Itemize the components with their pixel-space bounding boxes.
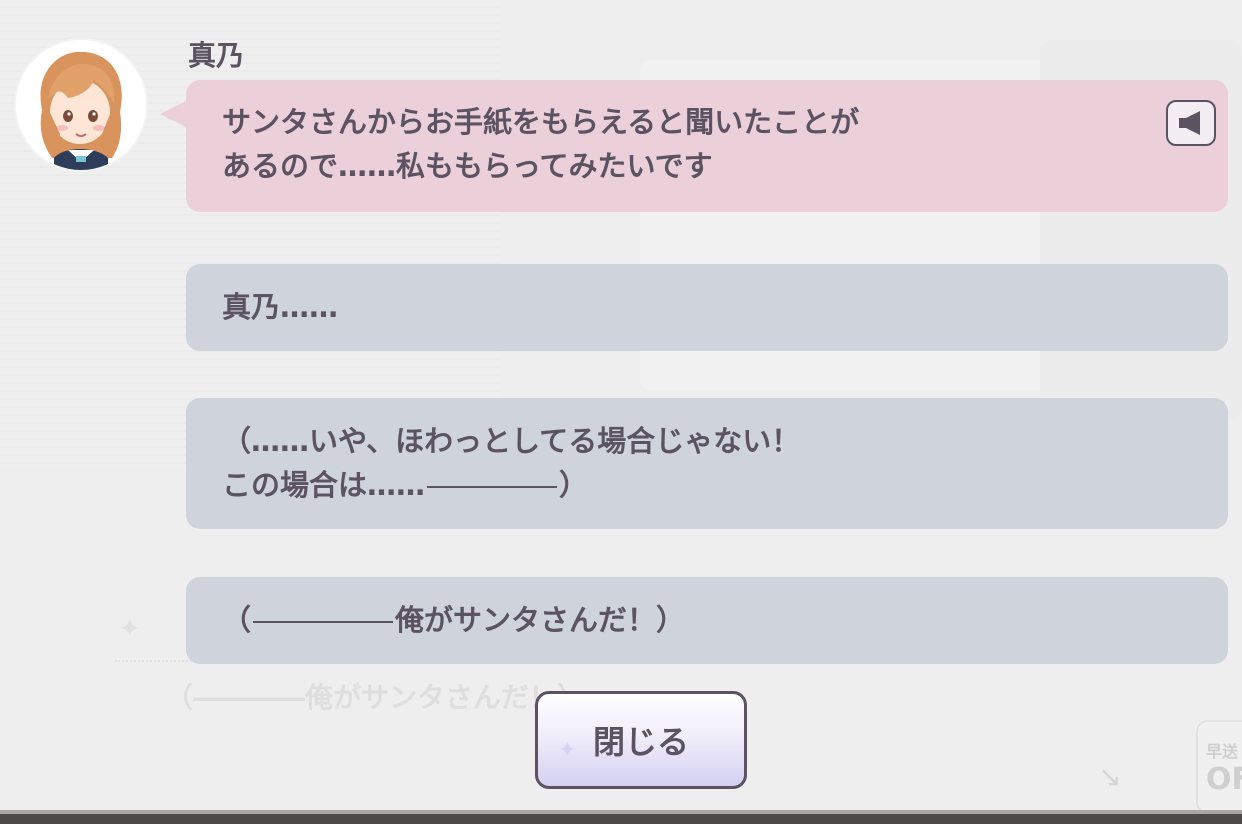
message-line: サンタさんからお手紙をもらえると聞いたことが bbox=[222, 105, 860, 139]
message-text: （ bbox=[222, 603, 252, 637]
message-line: 真乃…… bbox=[222, 290, 339, 324]
message-line: あるので……私ももらってみたいです bbox=[222, 149, 713, 183]
background-log-text: （――――俺がサンタさんだ！） bbox=[165, 681, 586, 714]
speaker-name: 真乃 bbox=[188, 39, 245, 72]
close-button-label: 閉じる bbox=[592, 723, 689, 761]
message-line: （ 俺がサンタさんだ！） bbox=[222, 598, 1228, 642]
message-line: この場合は…… ） bbox=[222, 463, 1228, 507]
monologue-bubble: （……いや、ほわっとしてる場合じゃない！ この場合は…… ） bbox=[186, 398, 1228, 529]
skip-toggle: 早送 OF bbox=[1196, 720, 1242, 814]
close-button[interactable]: ✦ 閉じる bbox=[535, 691, 747, 789]
speaker-icon bbox=[1179, 111, 1200, 135]
bottom-bar bbox=[0, 810, 1242, 824]
sparkle-icon: ✦ bbox=[118, 612, 142, 645]
dash-line bbox=[253, 621, 394, 623]
message-text: この場合は…… bbox=[222, 468, 426, 502]
response-bubble: 真乃…… bbox=[186, 264, 1228, 351]
character-avatar-icon bbox=[16, 40, 146, 170]
message-text: ） bbox=[559, 468, 589, 502]
message-line: （……いや、ほわっとしてる場合じゃない！ bbox=[222, 424, 801, 458]
voice-play-button[interactable] bbox=[1166, 100, 1216, 146]
monologue-bubble: （ 俺がサンタさんだ！） bbox=[186, 577, 1228, 664]
skip-label: 早送 bbox=[1206, 742, 1239, 761]
sparkle-icon: ✦ bbox=[558, 738, 577, 763]
dash-line bbox=[427, 486, 558, 488]
arrow-icon: ↘ bbox=[1098, 760, 1122, 793]
skip-value: OF bbox=[1206, 762, 1242, 797]
speech-bubble: サンタさんからお手紙をもらえると聞いたことが あるので……私ももらってみたいです bbox=[160, 80, 1228, 212]
message-text: 俺がサンタさんだ！） bbox=[395, 603, 686, 637]
